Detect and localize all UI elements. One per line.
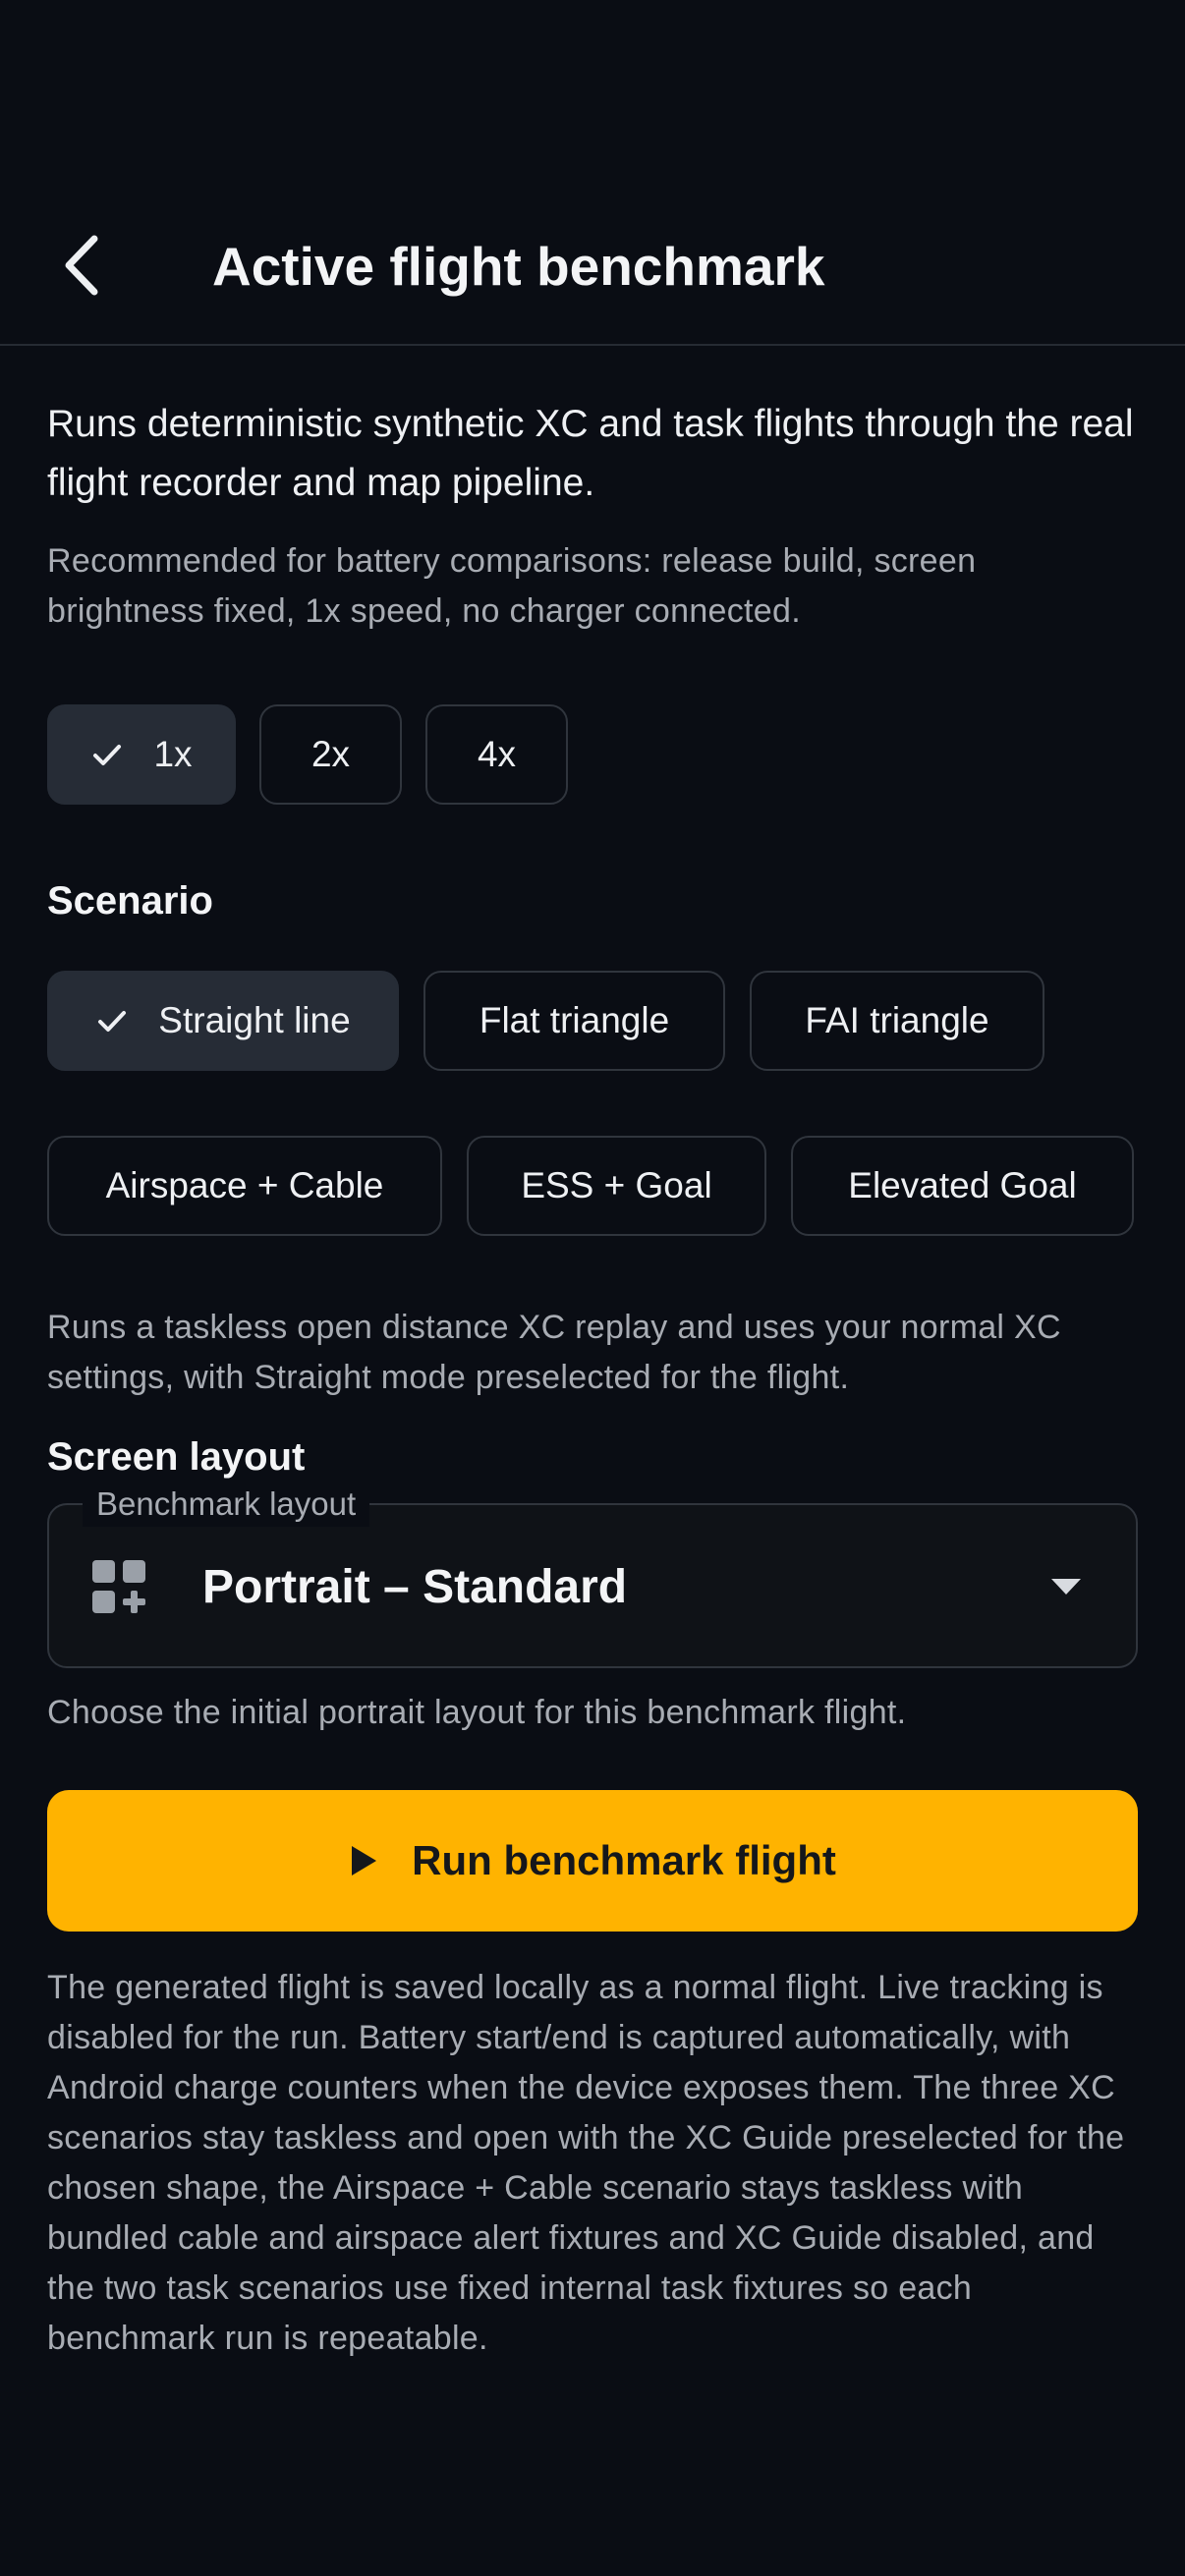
run-benchmark-button[interactable]: Run benchmark flight: [47, 1790, 1138, 1932]
run-button-label: Run benchmark flight: [412, 1837, 836, 1883]
scenario-chip-fai-triangle[interactable]: FAI triangle: [750, 971, 1044, 1071]
recommendation-note: Recommended for battery comparisons: rel…: [47, 542, 977, 630]
scenario-chip-label: FAI triangle: [805, 1000, 989, 1040]
dropdown-field-label: Benchmark layout: [83, 1482, 370, 1527]
app-screen: Active flight benchmark Runs determinist…: [0, 0, 1185, 2576]
dropdown-selected-value: Portrait – Standard: [202, 1561, 628, 1613]
scenario-label: Scenario: [47, 879, 213, 923]
speed-chip-label: 2x: [310, 734, 351, 774]
check-icon: [93, 745, 122, 765]
caret-down-icon: [1051, 1579, 1081, 1595]
scenario-chip-elevated-goal[interactable]: Elevated Goal: [791, 1136, 1134, 1236]
speed-chip-label: 1x: [153, 734, 193, 774]
scenario-chip-airspace-cable[interactable]: Airspace + Cable: [47, 1136, 442, 1236]
layout-helper-text: Choose the initial portrait layout for t…: [47, 1694, 907, 1731]
intro-text: Runs deterministic synthetic XC and task…: [47, 403, 1134, 504]
top-app-bar: Active flight benchmark: [0, 0, 1185, 346]
speed-chip-2x[interactable]: 2x: [259, 704, 402, 805]
scenario-chip-label: Airspace + Cable: [105, 1165, 384, 1205]
scenario-chip-flat-triangle[interactable]: Flat triangle: [423, 971, 725, 1071]
dashboard-add-icon: [92, 1560, 145, 1613]
chevron-left-icon: [65, 235, 98, 296]
screen-layout-label: Screen layout: [47, 1435, 306, 1479]
speed-chip-1x[interactable]: 1x: [47, 704, 236, 805]
scenario-chip-label: Straight line: [158, 1000, 351, 1040]
speed-chip-4x[interactable]: 4x: [425, 704, 568, 805]
back-button[interactable]: [47, 221, 116, 309]
check-icon: [98, 1011, 127, 1032]
scenario-chip-straight-line[interactable]: Straight line: [47, 971, 399, 1071]
benchmark-details-text: The generated flight is saved locally as…: [47, 1969, 1125, 2357]
scenario-chip-ess-goal[interactable]: ESS + Goal: [467, 1136, 766, 1236]
scenario-description: Runs a taskless open distance XC replay …: [47, 1309, 1061, 1396]
speed-chip-label: 4x: [477, 734, 517, 774]
scenario-chip-label: ESS + Goal: [521, 1165, 712, 1205]
scenario-chip-label: Elevated Goal: [848, 1165, 1077, 1205]
play-icon: [352, 1846, 377, 1876]
page-title: Active flight benchmark: [212, 236, 825, 297]
scenario-chip-label: Flat triangle: [479, 1000, 670, 1040]
benchmark-layout-dropdown[interactable]: Benchmark layout Portrait – Standard: [47, 1482, 1138, 1668]
